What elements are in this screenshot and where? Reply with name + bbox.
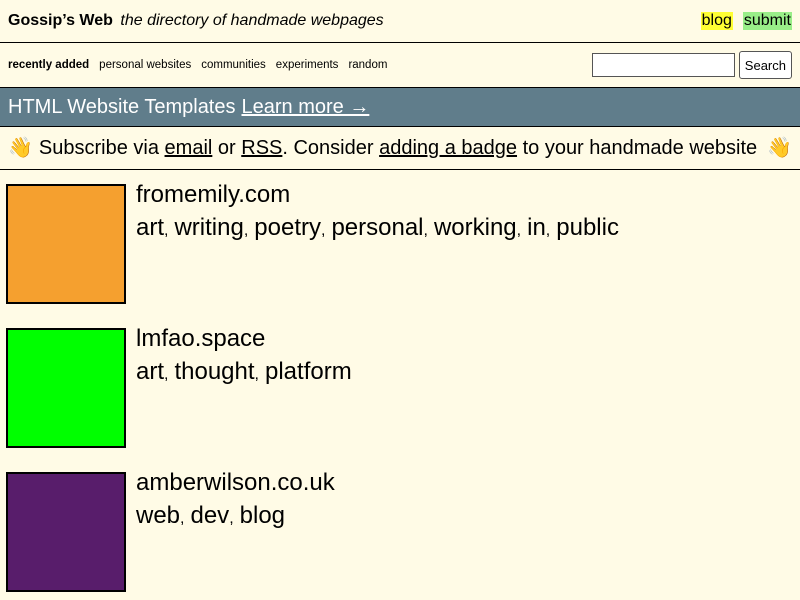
tag-separator: , — [164, 222, 169, 239]
blog-link[interactable]: blog — [700, 12, 733, 30]
templates-banner: HTML Website Templates Learn more → — [0, 87, 800, 127]
adding-badge-link[interactable]: adding a badge — [379, 137, 517, 159]
site-name[interactable]: Gossip’s Web — [8, 12, 113, 29]
site-thumbnail[interactable] — [6, 472, 126, 592]
site-thumbnail[interactable] — [6, 328, 126, 448]
site-tag[interactable]: personal — [331, 214, 423, 241]
site-listing: fromemily.com art, writing, poetry, persona… — [0, 170, 800, 592]
site-tag[interactable]: poetry — [254, 214, 321, 241]
site-tags: art, thought, platform — [136, 358, 352, 385]
site-tag[interactable]: art — [136, 214, 164, 241]
site-tag[interactable]: writing — [174, 214, 243, 241]
site-domain-link[interactable]: fromemily.com — [136, 181, 290, 208]
list-item: fromemily.com art, writing, poetry, persona… — [6, 183, 794, 304]
subscribe-or: or — [217, 136, 236, 159]
nav-menu: recently added personal websites communi… — [8, 59, 387, 71]
site-domain-link[interactable]: amberwilson.co.uk — [136, 469, 335, 496]
site-domain: amberwilson.co.uk — [136, 471, 335, 495]
submit-link[interactable]: submit — [742, 12, 792, 30]
subscribe-bar: 👋 Subscribe via email or RSS. Consider a… — [0, 127, 800, 170]
site-domain-link[interactable]: lmfao.space — [136, 325, 265, 352]
tag-separator: , — [320, 222, 326, 239]
learn-more-link[interactable]: Learn more → — [242, 96, 370, 119]
nav-recently-added[interactable]: recently added — [8, 59, 89, 71]
site-tag[interactable]: blog — [240, 502, 285, 529]
tag-separator: , — [180, 510, 185, 527]
tag-separator: , — [423, 222, 428, 239]
site-tag[interactable]: public — [556, 214, 619, 241]
site-tag[interactable]: thought — [174, 358, 254, 385]
tag-separator: , — [243, 222, 249, 239]
subscribe-prefix: Subscribe via — [38, 136, 159, 159]
site-tag[interactable]: dev — [190, 502, 229, 529]
nav-personal-websites[interactable]: personal websites — [99, 59, 191, 71]
site-info: lmfao.space art, thought, platform — [126, 327, 352, 448]
search-input[interactable] — [591, 53, 735, 77]
site-info: amberwilson.co.uk web, dev, blog — [126, 471, 335, 592]
site-tags: web, dev, blog — [136, 502, 335, 529]
nav-communities[interactable]: communities — [201, 59, 266, 71]
subscribe-consider: . Consider — [282, 136, 374, 159]
nav-random[interactable]: random — [348, 59, 387, 71]
list-item: lmfao.space art, thought, platform — [6, 327, 794, 448]
site-tag[interactable]: working — [434, 214, 517, 241]
site-tag[interactable]: platform — [265, 358, 352, 385]
site-tagline: the directory of handmade webpages — [120, 12, 384, 29]
tag-separator: , — [545, 222, 551, 239]
site-tag[interactable]: in — [527, 214, 546, 241]
site-tags: art, writing, poetry, personal, working, in, p… — [136, 214, 619, 241]
search-form: Search — [591, 51, 792, 79]
tag-separator: , — [516, 222, 522, 239]
tag-separator: , — [229, 510, 234, 527]
banner-text: HTML Website Templates — [8, 95, 236, 118]
email-link[interactable]: email — [165, 137, 213, 159]
nav-experiments[interactable]: experiments — [276, 59, 339, 71]
site-tag[interactable]: web — [136, 502, 180, 529]
search-button[interactable]: Search — [738, 51, 792, 79]
site-header: Gossip’s Web the directory of handmade w… — [0, 0, 800, 43]
subscribe-message: Subscribe via email or RSS. Consider add… — [33, 137, 767, 160]
waving-hand-icon: 👋 — [8, 137, 33, 159]
site-domain: fromemily.com — [136, 183, 619, 207]
site-domain: lmfao.space — [136, 327, 352, 351]
tag-separator: , — [254, 366, 259, 383]
nav-bar: recently added personal websites communi… — [0, 43, 800, 87]
waving-hand-icon: 👋 — [767, 137, 792, 159]
list-item: amberwilson.co.uk web, dev, blog — [6, 471, 794, 592]
subscribe-suffix: to your handmade website — [522, 136, 758, 159]
rss-link[interactable]: RSS — [241, 137, 282, 159]
site-tag[interactable]: art — [136, 358, 164, 385]
tag-separator: , — [164, 366, 169, 383]
site-thumbnail[interactable] — [6, 184, 126, 304]
site-info: fromemily.com art, writing, poetry, persona… — [126, 183, 619, 304]
brand: Gossip’s Web the directory of handmade w… — [8, 12, 384, 30]
top-links: blog submit — [700, 12, 792, 30]
